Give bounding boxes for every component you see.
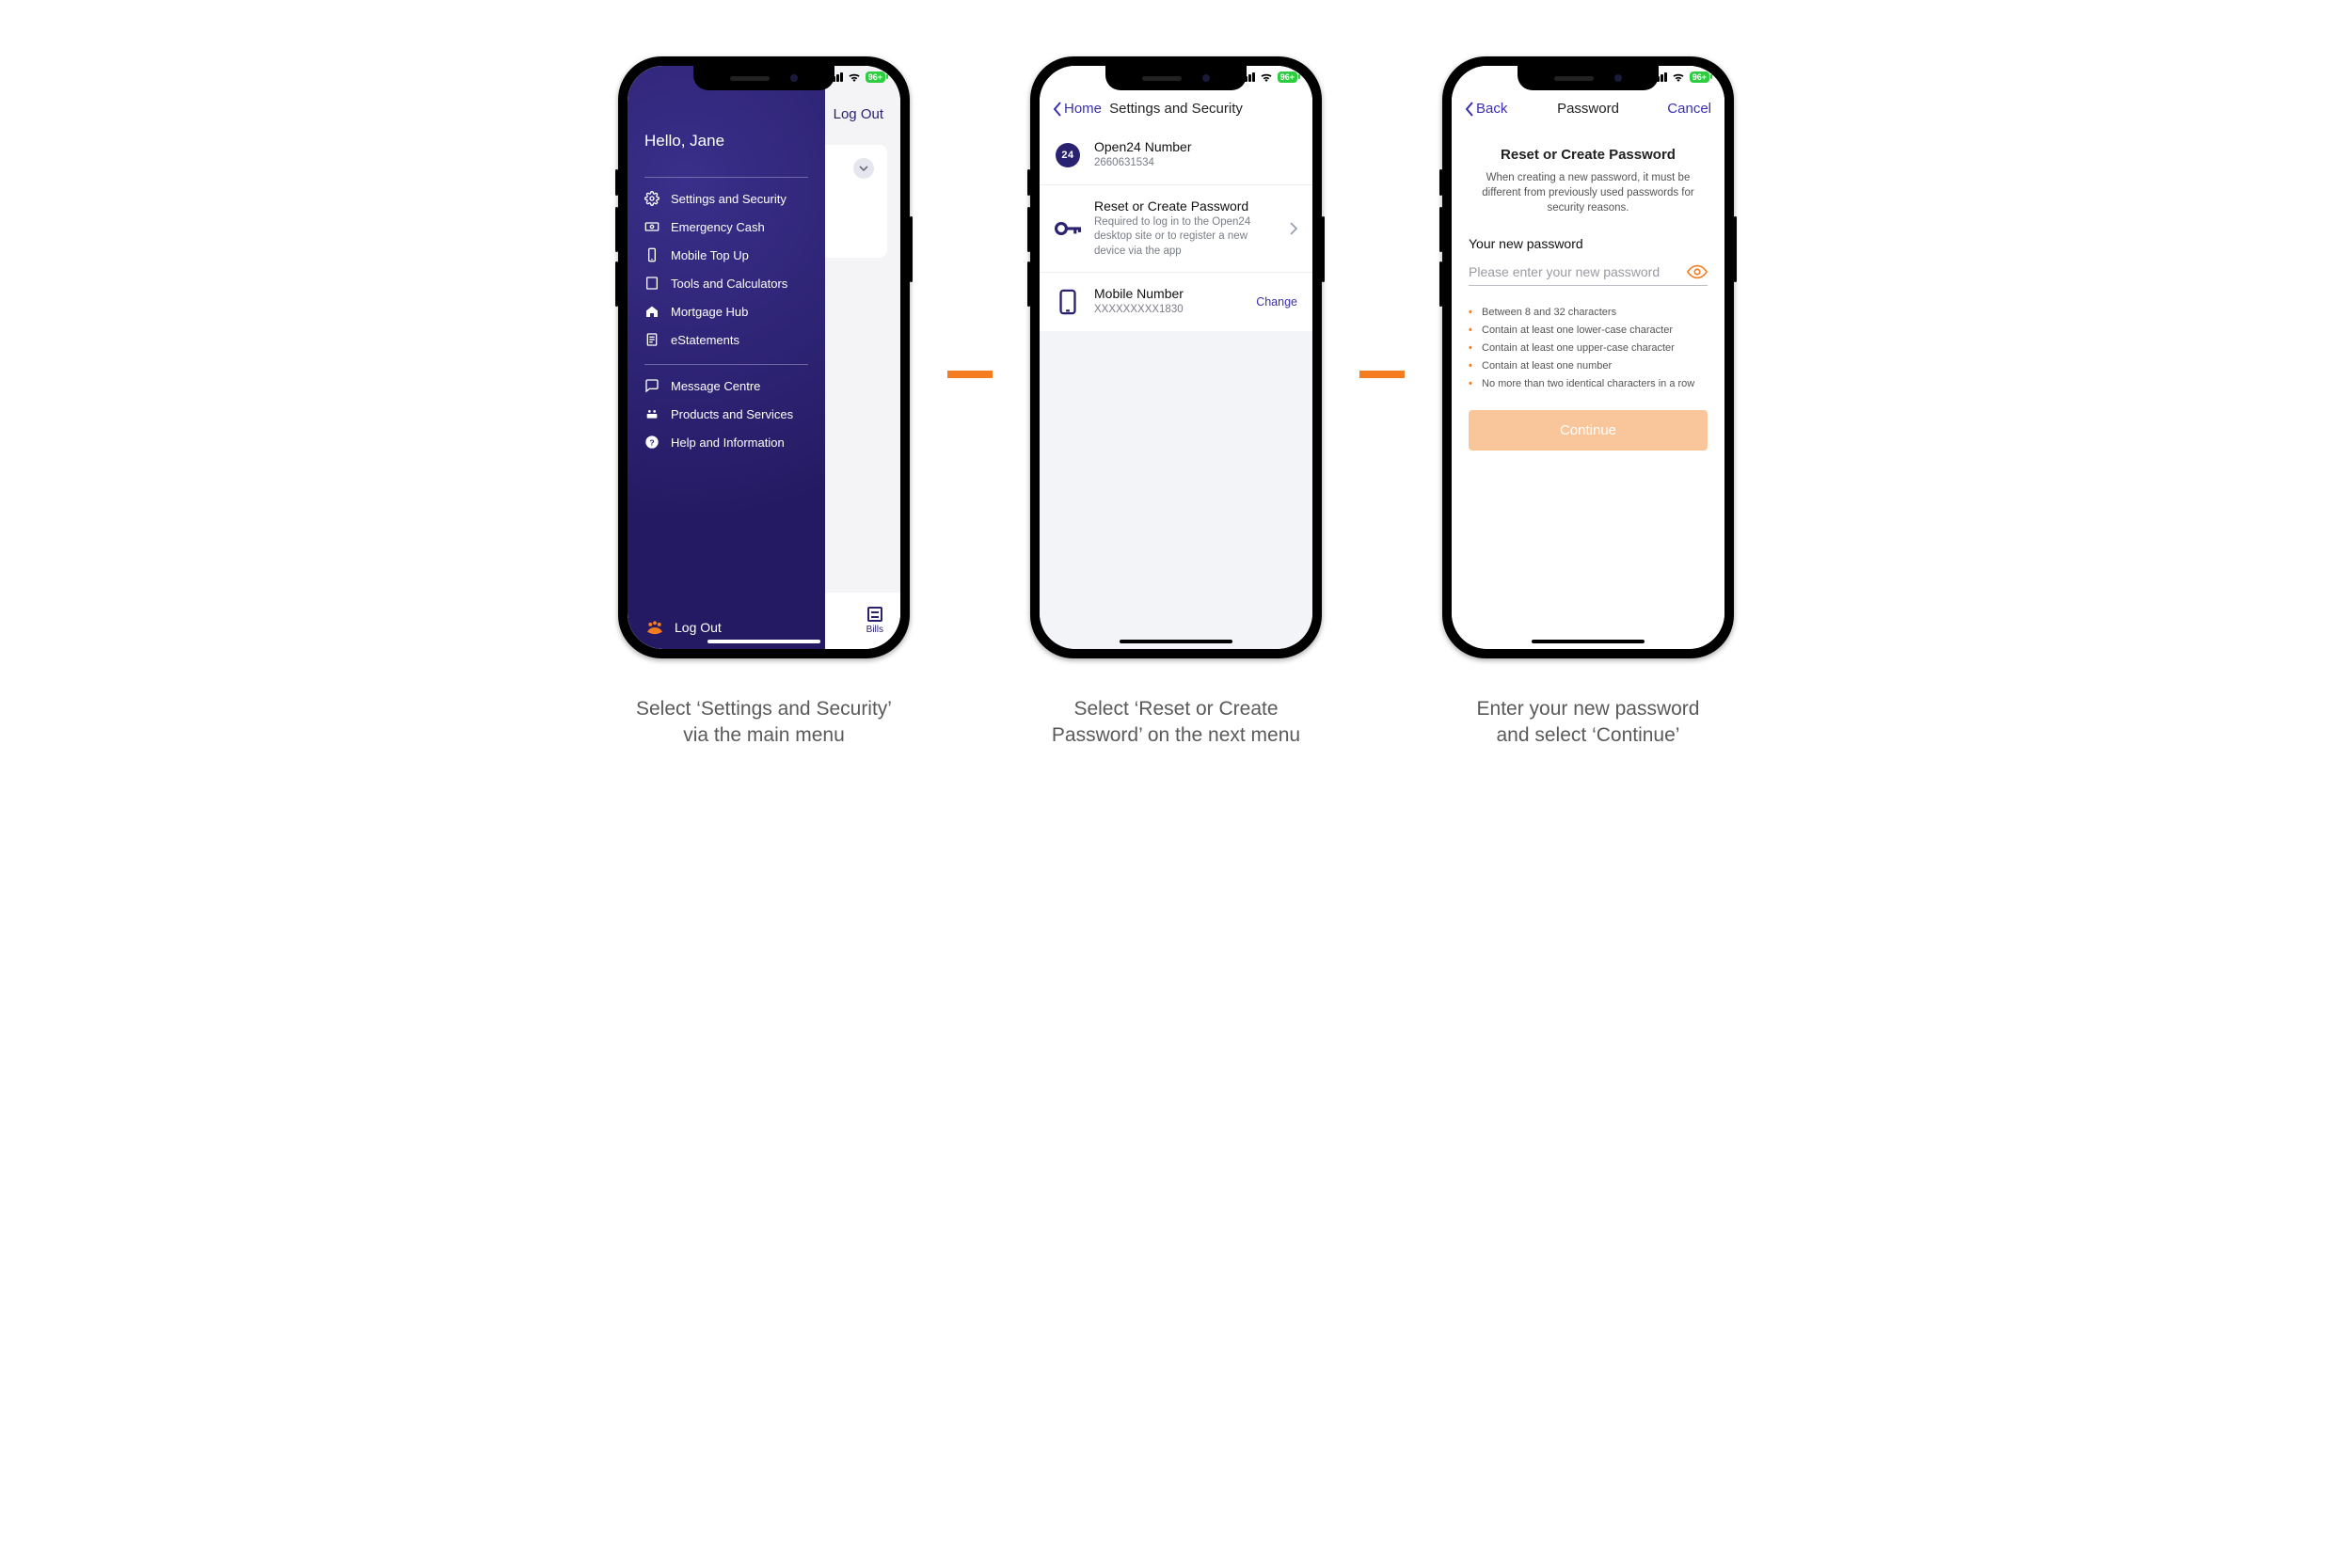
phone-frame-1: 96+ Log Out y Bills xyxy=(618,56,910,658)
caption-3: Enter your new passwordand select ‘Conti… xyxy=(1477,696,1700,750)
home-indicator[interactable] xyxy=(707,640,820,643)
menu-label: Mobile Top Up xyxy=(671,248,749,262)
cash-icon xyxy=(644,219,660,234)
row-subtitle: Required to log in to the Open24 desktop… xyxy=(1094,215,1277,260)
phone-outline-icon xyxy=(1055,289,1081,315)
password-field xyxy=(1469,259,1708,286)
row-mobile-number[interactable]: Mobile Number XXXXXXXXX1830 Change xyxy=(1040,273,1312,331)
badge24-icon: 24 xyxy=(1056,143,1080,167)
menu-label: Settings and Security xyxy=(671,192,787,206)
calculator-icon xyxy=(644,276,660,291)
home-indicator[interactable] xyxy=(1532,640,1645,643)
message-icon xyxy=(644,378,660,393)
settings-list: 24 Open24 Number 2660631534 Reset xyxy=(1040,126,1312,331)
row-reset-password[interactable]: Reset or Create Password Required to log… xyxy=(1040,185,1312,274)
chevron-right-icon xyxy=(1290,222,1297,235)
back-button[interactable]: Back xyxy=(1465,101,1507,117)
phone-frame-3: 96+ Back Password Cancel Reset or Create… xyxy=(1442,56,1734,658)
logout-link[interactable]: Log Out xyxy=(834,106,883,122)
phone-notch xyxy=(1105,66,1247,90)
expand-card-button[interactable] xyxy=(853,158,874,179)
sidebar-item-tools-calculators[interactable]: Tools and Calculators xyxy=(644,276,808,291)
caption-2: Select ‘Reset or CreatePassword’ on the … xyxy=(1052,696,1300,750)
battery-indicator: 96+ xyxy=(1278,71,1297,83)
caption-1: Select ‘Settings and Security’via the ma… xyxy=(636,696,892,750)
sidebar-item-help-info[interactable]: ? Help and Information xyxy=(644,435,808,450)
chevron-left-icon xyxy=(1053,102,1062,117)
menu-label: Products and Services xyxy=(671,407,793,421)
password-label: Your new password xyxy=(1469,236,1708,251)
sidebar-item-message-centre[interactable]: Message Centre xyxy=(644,378,808,393)
menu-label: Help and Information xyxy=(671,436,785,450)
house-icon xyxy=(644,304,660,319)
row-subtitle: XXXXXXXXX1830 xyxy=(1094,303,1243,318)
sidebar-item-emergency-cash[interactable]: Emergency Cash xyxy=(644,219,808,234)
sidebar-item-estatements[interactable]: eStatements xyxy=(644,332,808,347)
home-indicator[interactable] xyxy=(1120,640,1232,643)
document-icon xyxy=(644,332,660,347)
main-menu-drawer: 96+ Hello, Jane Settings and Security Em… xyxy=(628,66,825,649)
menu-label: Emergency Cash xyxy=(671,220,765,234)
menu-label: Mortgage Hub xyxy=(671,305,748,319)
menu-label: Message Centre xyxy=(671,379,760,393)
row-title: Reset or Create Password xyxy=(1094,198,1277,214)
logout-label: Log Out xyxy=(675,620,722,635)
cancel-button[interactable]: Cancel xyxy=(1667,101,1711,117)
sidebar-logout[interactable]: Log Out xyxy=(644,619,808,636)
chevron-left-icon xyxy=(1465,102,1474,117)
rule-item: Between 8 and 32 characters xyxy=(1469,307,1708,318)
greeting-text: Hello, Jane xyxy=(644,132,808,150)
phone-frame-2: 96+ Home Settings and Security 24 xyxy=(1030,56,1322,658)
wifi-icon xyxy=(848,72,861,82)
back-button[interactable]: Home xyxy=(1053,101,1102,117)
row-title: Open24 Number xyxy=(1094,139,1297,154)
battery-indicator: 96+ xyxy=(1690,71,1709,83)
gear-icon xyxy=(644,191,660,206)
sidebar-item-mortgage-hub[interactable]: Mortgage Hub xyxy=(644,304,808,319)
form-description: When creating a new password, it must be… xyxy=(1469,170,1708,215)
change-link[interactable]: Change xyxy=(1256,295,1297,309)
tab-bills[interactable]: Bills xyxy=(866,607,883,635)
rule-item: Contain at least one lower-case characte… xyxy=(1469,325,1708,336)
brand-logo-icon xyxy=(644,619,665,636)
rule-item: Contain at least one upper-case characte… xyxy=(1469,342,1708,354)
menu-label: eStatements xyxy=(671,333,739,347)
sidebar-item-mobile-topup[interactable]: Mobile Top Up xyxy=(644,247,808,262)
phone-notch xyxy=(693,66,834,90)
form-heading: Reset or Create Password xyxy=(1469,147,1708,163)
products-icon xyxy=(644,406,660,421)
rule-item: Contain at least one number xyxy=(1469,360,1708,372)
sidebar-item-products-services[interactable]: Products and Services xyxy=(644,406,808,421)
sidebar-item-settings-security[interactable]: Settings and Security xyxy=(644,191,808,206)
continue-button[interactable]: Continue xyxy=(1469,410,1708,451)
step-connector xyxy=(947,371,993,378)
help-icon: ? xyxy=(644,435,660,450)
bills-icon xyxy=(867,607,882,622)
row-title: Mobile Number xyxy=(1094,286,1243,301)
wifi-icon xyxy=(1672,72,1685,82)
key-icon xyxy=(1055,215,1081,242)
toggle-visibility-icon[interactable] xyxy=(1687,264,1708,279)
row-open24-number[interactable]: 24 Open24 Number 2660631534 xyxy=(1040,126,1312,185)
menu-label: Tools and Calculators xyxy=(671,277,787,291)
wifi-icon xyxy=(1260,72,1273,82)
svg-text:?: ? xyxy=(649,437,654,447)
phone-notch xyxy=(1518,66,1659,90)
password-input[interactable] xyxy=(1469,264,1687,279)
step-connector xyxy=(1359,371,1405,378)
rule-item: No more than two identical characters in… xyxy=(1469,378,1708,389)
password-rules: Between 8 and 32 characters Contain at l… xyxy=(1469,307,1708,389)
phone-icon xyxy=(644,247,660,262)
row-subtitle: 2660631534 xyxy=(1094,156,1297,171)
battery-indicator: 96+ xyxy=(866,71,885,83)
